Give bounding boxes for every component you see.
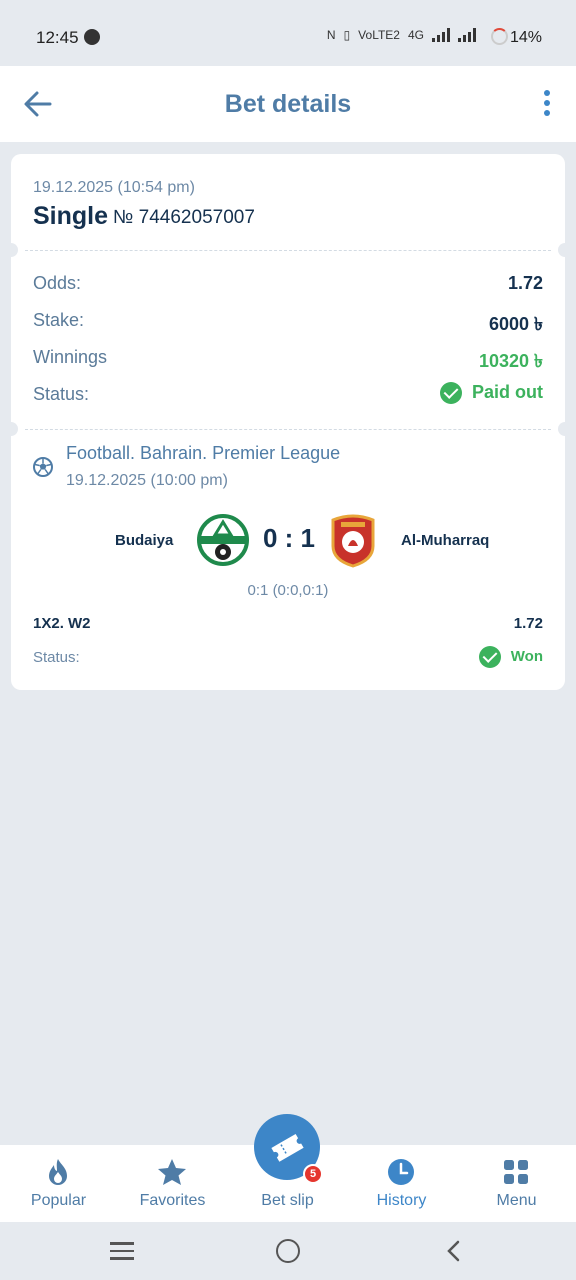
status-bar: 12:45 N ▯ VoLTE2 4G 14%	[0, 0, 576, 66]
nav-menu[interactable]: Menu	[459, 1145, 574, 1222]
divider	[25, 429, 551, 430]
market-odds: 1.72	[513, 615, 543, 632]
bet-slip-count-badge: 5	[303, 1164, 323, 1184]
ticket-icon	[271, 1133, 304, 1162]
stake-label: Stake:	[33, 310, 85, 330]
signal-icon	[432, 28, 450, 42]
battery-icon	[491, 28, 508, 45]
flame-icon	[49, 1159, 67, 1185]
football-icon	[33, 457, 53, 477]
market-name: 1X2. W2	[33, 615, 91, 632]
nav-history[interactable]: History	[344, 1145, 459, 1222]
bet-status-text: Paid out	[472, 382, 543, 402]
event-date: 19.12.2025 (10:00 pm)	[66, 472, 228, 489]
home-icon[interactable]	[276, 1239, 300, 1263]
system-nav-bar	[0, 1222, 576, 1280]
card-notch	[558, 243, 572, 257]
status-icons: N ▯ VoLTE2 4G	[327, 28, 476, 42]
bet-date: 19.12.2025 (10:54 pm)	[33, 179, 195, 196]
bet-card: 19.12.2025 (10:54 pm) Single № 744620570…	[4, 154, 572, 690]
odds-label: Odds:	[33, 273, 82, 293]
score: 0 : 1	[262, 523, 316, 553]
away-team-name: Al-Muharraq	[401, 532, 490, 549]
nfc-icon: N	[326, 28, 336, 42]
clock: 12:45	[36, 28, 79, 47]
system-back-icon[interactable]	[446, 1240, 460, 1262]
league-name[interactable]: Football. Bahrain. Premier League	[66, 443, 340, 464]
score-detail: 0:1 (0:0,0:1)	[247, 582, 329, 599]
nav-label: Popular	[30, 1192, 87, 1209]
star-icon	[158, 1159, 186, 1185]
vibrate-icon: ▯	[343, 28, 351, 42]
nav-favorites[interactable]: Favorites	[115, 1145, 230, 1222]
card-notch	[4, 243, 18, 257]
card-notch	[558, 422, 572, 436]
home-team-logo	[197, 514, 249, 566]
messenger-icon	[84, 29, 100, 45]
winnings-value: 10320 ৳	[478, 351, 543, 371]
bet-type: Single	[33, 202, 109, 230]
grid-icon	[504, 1160, 528, 1184]
odds-value: 1.72	[507, 273, 543, 293]
card-notch	[4, 422, 18, 436]
home-team-name: Budaiya	[115, 532, 174, 549]
away-team-logo	[331, 514, 375, 568]
event-status-text: Won	[510, 647, 543, 665]
nav-popular[interactable]: Popular	[1, 1145, 116, 1222]
app-header: Bet details	[0, 66, 576, 142]
nav-label: Bet slip	[261, 1192, 314, 1209]
nav-label: Menu	[496, 1192, 537, 1209]
network-type: 4G	[407, 28, 424, 42]
recent-apps-icon[interactable]	[110, 1242, 134, 1265]
divider	[25, 250, 551, 251]
signal-icon-2	[458, 28, 476, 42]
more-options-icon[interactable]	[542, 90, 552, 122]
nav-label: Favorites	[139, 1192, 206, 1209]
bet-status: Paid out	[440, 382, 543, 405]
stake-value: 6000 ৳	[488, 314, 543, 334]
page-title: Bet details	[224, 90, 352, 118]
nav-label: History	[376, 1192, 427, 1209]
clock-icon	[388, 1159, 414, 1185]
status-label: Status:	[33, 384, 90, 404]
check-circle-icon	[440, 382, 462, 405]
volte-label: VoLTE2	[358, 28, 400, 42]
event-status: Won	[478, 646, 543, 668]
winnings-label: Winnings	[33, 347, 108, 367]
battery-level: 14%	[509, 29, 542, 46]
event-status-label: Status:	[33, 649, 80, 666]
check-circle-icon	[478, 646, 501, 668]
bet-number: № 74462057007	[113, 207, 255, 228]
